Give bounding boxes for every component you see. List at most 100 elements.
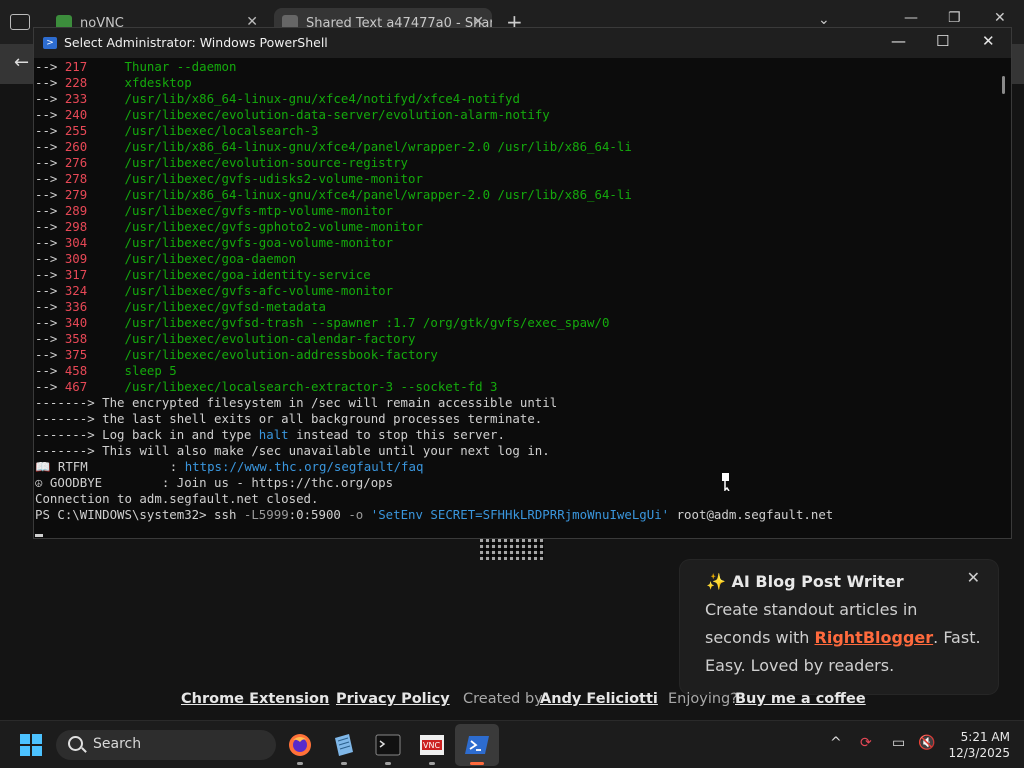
- restore-icon[interactable]: ❐: [948, 10, 961, 26]
- arrow-marker: -->: [35, 251, 65, 266]
- process-pid: 458: [64, 363, 125, 378]
- process-line: --> 298 /usr/libexec/gvfs-gphoto2-volume…: [35, 219, 423, 235]
- buy-coffee-link[interactable]: Buy me a coffee: [735, 691, 866, 707]
- close-icon[interactable]: ✕: [967, 568, 980, 587]
- process-pid: 233: [64, 91, 125, 106]
- promo-body: Create standout articles in seconds with…: [705, 600, 981, 675]
- peace-icon: ☮: [35, 475, 50, 490]
- sync-icon[interactable]: ⟳: [860, 735, 872, 751]
- network-icon[interactable]: ▭: [892, 735, 905, 751]
- notice-text: the last shell exits or all background p…: [102, 411, 543, 426]
- rtfm-line: 📖 RTFM : https://www.thc.org/segfault/fa…: [35, 459, 423, 475]
- arrow-marker: -->: [35, 315, 65, 330]
- terminal-icon[interactable]: [373, 730, 403, 765]
- arrow-marker: -->: [35, 299, 65, 314]
- process-line: --> 340 /usr/libexec/gvfsd-trash --spawn…: [35, 315, 609, 331]
- chevron-down-icon[interactable]: ⌄: [818, 12, 830, 28]
- terminal-output[interactable]: --> 217 Thunar --daemon --> 228 xfdesktop…: [35, 59, 995, 537]
- process-line: --> 358 /usr/libexec/evolution-calendar-…: [35, 331, 415, 347]
- author-link[interactable]: Andy Feliciotti: [540, 691, 658, 707]
- privacy-policy-link[interactable]: Privacy Policy: [336, 691, 450, 707]
- powershell-window[interactable]: > Select Administrator: Windows PowerShe…: [33, 27, 1012, 539]
- shell-prompt: PS C:\WINDOWS\system32>: [35, 507, 215, 522]
- back-arrow-icon[interactable]: ←: [14, 52, 29, 73]
- chevron-up-icon[interactable]: ^: [830, 735, 842, 751]
- command-flag: -L5999: [243, 507, 289, 522]
- svg-text:VNC: VNC: [423, 741, 440, 750]
- promo-card: ✨ AI Blog Post Writer ✕ Create standout …: [680, 560, 998, 694]
- rightblogger-link[interactable]: RightBlogger: [815, 628, 934, 647]
- taskbar: Search VNC ^ ⟳ ▭ 🔇 5:21 AM 12/3/2025: [0, 720, 1024, 768]
- process-command: xfdesktop: [124, 75, 192, 90]
- chrome-extension-link[interactable]: Chrome Extension: [181, 691, 329, 707]
- notice-line: -------> Log back in and type halt inste…: [35, 427, 505, 443]
- firefox-icon[interactable]: [285, 730, 315, 765]
- arrow-marker: -->: [35, 139, 65, 154]
- process-pid: 260: [64, 139, 125, 154]
- process-line: --> 467 /usr/libexec/localsearch-extract…: [35, 379, 498, 395]
- process-command: /usr/libexec/gvfsd-metadata: [124, 299, 326, 314]
- command-line: PS C:\WINDOWS\system32> ssh -L5999:0:590…: [35, 507, 833, 523]
- minimize-icon[interactable]: —: [891, 32, 906, 50]
- process-pid: 340: [64, 315, 125, 330]
- process-line: --> 317 /usr/libexec/goa-identity-servic…: [35, 267, 371, 283]
- process-pid: 278: [64, 171, 125, 186]
- close-window-icon[interactable]: ✕: [994, 10, 1006, 26]
- window-title: Select Administrator: Windows PowerShell: [64, 35, 328, 50]
- notice-text: This will also make /sec unavailable unt…: [102, 443, 550, 458]
- taskbar-clock[interactable]: 5:21 AM 12/3/2025: [940, 729, 1010, 761]
- process-line: --> 255 /usr/libexec/localsearch-3: [35, 123, 319, 139]
- mouse-pointer-icon: [722, 473, 730, 491]
- powershell-taskbar-icon[interactable]: [462, 730, 492, 765]
- minimize-icon[interactable]: —: [904, 10, 918, 26]
- process-pid: 467: [64, 379, 125, 394]
- vnc-viewer-icon[interactable]: VNC: [417, 730, 447, 765]
- process-command: /usr/lib/x86_64-linux-gnu/xfce4/notifyd/…: [124, 91, 520, 106]
- arrow-marker: -->: [35, 75, 65, 90]
- process-line: --> 276 /usr/libexec/evolution-source-re…: [35, 155, 408, 171]
- process-line: --> 260 /usr/lib/x86_64-linux-gnu/xfce4/…: [35, 139, 632, 155]
- maximize-icon[interactable]: ☐: [936, 32, 949, 50]
- arrow-marker: -->: [35, 203, 65, 218]
- search-label: Search: [93, 736, 142, 752]
- volume-mute-icon[interactable]: 🔇: [918, 735, 935, 751]
- close-icon[interactable]: ✕: [982, 32, 995, 50]
- process-command: sleep 5: [124, 363, 177, 378]
- rtfm-label: RTFM :: [57, 459, 185, 474]
- process-pid: 375: [64, 347, 125, 362]
- page-footer: Chrome Extension Privacy Policy Created …: [0, 691, 1024, 711]
- process-pid: 298: [64, 219, 125, 234]
- clock-time: 5:21 AM: [960, 730, 1010, 744]
- process-line: --> 233 /usr/lib/x86_64-linux-gnu/xfce4/…: [35, 91, 520, 107]
- taskbar-search[interactable]: Search: [56, 730, 276, 760]
- process-command: /usr/libexec/gvfs-gphoto2-volume-monitor: [124, 219, 423, 234]
- arrow-marker: -->: [35, 331, 65, 346]
- process-line: --> 309 /usr/libexec/goa-daemon: [35, 251, 296, 267]
- notice-text: instead to stop this server.: [288, 427, 505, 442]
- process-command: /usr/libexec/gvfs-goa-volume-monitor: [124, 235, 394, 250]
- process-pid: 317: [64, 267, 125, 282]
- process-command: /usr/libexec/gvfs-mtp-volume-monitor: [124, 203, 394, 218]
- process-pid: 304: [64, 235, 125, 250]
- powershell-titlebar[interactable]: > Select Administrator: Windows PowerShe…: [34, 28, 1011, 58]
- command-arg: :0:5900: [288, 507, 349, 522]
- promo-title: ✨ AI Blog Post Writer: [706, 572, 904, 591]
- process-pid: 309: [64, 251, 125, 266]
- arrow-marker: -->: [35, 59, 65, 74]
- windows-start-icon[interactable]: [20, 734, 42, 756]
- arrow-marker: -->: [35, 379, 65, 394]
- scrollbar-thumb[interactable]: [1002, 76, 1005, 94]
- arrow-marker: -->: [35, 123, 65, 138]
- search-icon: [68, 736, 83, 751]
- notice-prefix: ------->: [35, 427, 103, 442]
- process-line: --> 289 /usr/libexec/gvfs-mtp-volume-mon…: [35, 203, 393, 219]
- goodbye-label: GOODBYE :: [49, 475, 177, 490]
- clock-date: 12/3/2025: [948, 746, 1010, 760]
- process-command: /usr/libexec/localsearch-extractor-3 --s…: [124, 379, 498, 394]
- connection-closed-line: Connection to adm.segfault.net closed.: [35, 491, 318, 507]
- arrow-marker: -->: [35, 235, 65, 250]
- tab-actions-icon[interactable]: [10, 14, 30, 30]
- arrow-marker: -->: [35, 219, 65, 234]
- notepad-icon[interactable]: [329, 730, 359, 765]
- process-command: /usr/libexec/goa-daemon: [124, 251, 297, 266]
